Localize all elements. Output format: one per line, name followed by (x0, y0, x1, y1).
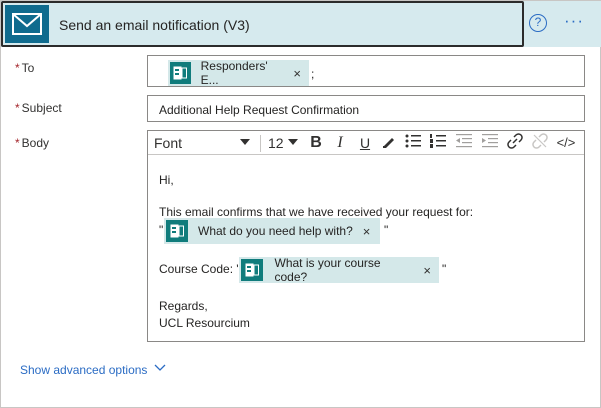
required-mark: * (15, 101, 20, 115)
rich-text-toolbar: Font 12 B I U </> (148, 131, 584, 155)
toolbar-divider (260, 135, 261, 152)
underline-button[interactable]: U (355, 133, 375, 153)
unlink-icon[interactable] (530, 133, 550, 153)
quote-close: " (442, 262, 447, 276)
required-mark: * (15, 61, 20, 75)
chevron-down-icon[interactable] (240, 139, 250, 145)
body-label: * Body (15, 136, 49, 150)
bold-button[interactable]: B (306, 133, 326, 153)
token-label: Responders' E... (200, 59, 268, 87)
action-card: Send an email notification (V3) ? ··· * T… (0, 0, 601, 408)
quote-close: " (384, 223, 389, 237)
body-regards: Regards, (159, 299, 208, 313)
action-header[interactable]: Send an email notification (V3) ? ··· (1, 1, 601, 47)
action-title[interactable]: Send an email notification (V3) (59, 17, 250, 33)
link-icon[interactable] (505, 133, 525, 153)
help-circle-icon[interactable]: ? (529, 14, 547, 32)
forms-icon (241, 259, 263, 281)
body-line-request: This email confirms that we have receive… (159, 205, 474, 219)
more-horizontal-icon[interactable]: ··· (564, 11, 584, 31)
to-label-text: To (21, 61, 35, 75)
token-label: What do you need help with? (198, 224, 353, 238)
subject-value[interactable]: Additional Help Request Confirmation (159, 103, 359, 117)
body-editor[interactable]: Font 12 B I U </> Hi, This email confirm… (147, 130, 585, 342)
bullet-list-icon[interactable] (403, 133, 423, 153)
font-family-select[interactable]: Font (154, 135, 182, 151)
highlight-pen-icon[interactable] (379, 133, 399, 153)
body-signature: UCL Resourcium (159, 316, 250, 330)
mail-icon (12, 13, 42, 35)
token-remove-icon[interactable]: × (293, 66, 301, 81)
italic-button[interactable]: I (330, 133, 350, 153)
forms-icon (170, 62, 191, 84)
body-course-label: Course Code: " (159, 262, 241, 276)
decrease-indent-icon[interactable] (454, 133, 474, 153)
forms-icon (166, 220, 188, 242)
to-label: * To (15, 61, 34, 75)
dynamic-token-help-with[interactable]: What do you need help with? × (164, 218, 380, 244)
to-field[interactable]: Responders' E... × ; (147, 55, 585, 87)
chevron-down-icon[interactable] (288, 139, 298, 145)
numbered-list-icon[interactable] (428, 133, 448, 153)
body-greeting: Hi, (159, 173, 174, 187)
token-remove-icon[interactable]: × (363, 224, 371, 239)
chevron-down-icon[interactable] (154, 363, 166, 373)
body-label-text: Body (21, 136, 50, 150)
connector-tile (5, 5, 49, 43)
subject-label: * Subject (15, 101, 62, 115)
action-header-title-bar[interactable]: Send an email notification (V3) (1, 1, 524, 47)
increase-indent-icon[interactable] (480, 133, 500, 153)
subject-field[interactable]: Additional Help Request Confirmation (147, 95, 585, 122)
token-remove-icon[interactable]: × (423, 263, 431, 278)
token-label: What is your course code? (274, 256, 381, 284)
show-advanced-options-link[interactable]: Show advanced options (20, 363, 147, 377)
dynamic-token-responders-email[interactable]: Responders' E... × (168, 59, 309, 87)
quote-open: " (159, 223, 164, 237)
required-mark: * (15, 136, 20, 150)
to-separator: ; (311, 67, 315, 81)
subject-label-text: Subject (21, 101, 62, 115)
font-size-select[interactable]: 12 (268, 135, 284, 151)
dynamic-token-course-code[interactable]: What is your course code? × (239, 256, 439, 284)
code-view-button[interactable]: </> (554, 133, 578, 153)
